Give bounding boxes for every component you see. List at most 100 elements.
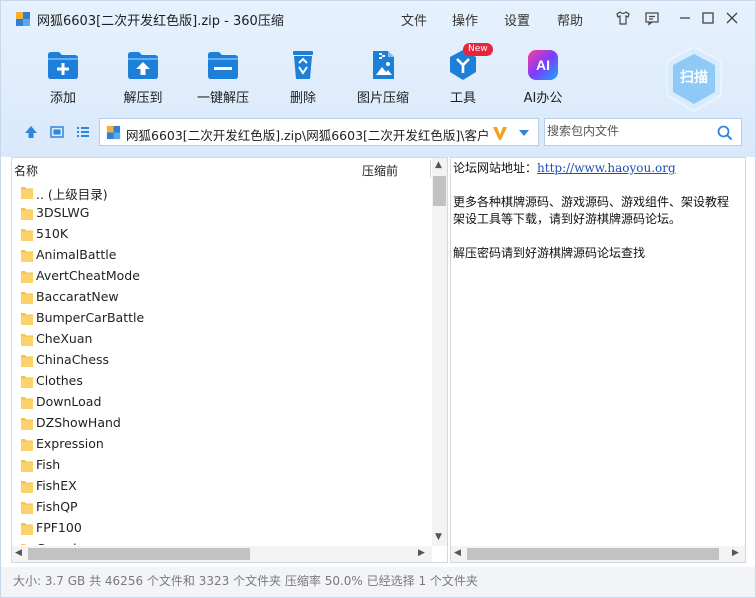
folder-icon [21,271,33,283]
search-input[interactable] [547,124,707,138]
menu-help[interactable]: 帮助 [557,10,583,29]
column-header: 名称 压缩前 [12,158,432,180]
list-item-name: FPF100 [36,520,82,535]
ai-office-button[interactable]: AI AI办公 [513,49,573,109]
list-view-icon[interactable] [75,124,91,140]
address-bar[interactable]: 网狐6603[二次开发红色版].zip\网狐6603[二次开发红色版]\客户端 … [99,118,539,146]
preview-line-password: 解压密码请到好游棋牌源码论坛查找 [453,246,646,260]
search-box[interactable] [544,118,742,146]
list-item[interactable]: AnimalBattle [12,244,432,265]
scroll-left-arrow-icon[interactable]: ◀ [454,548,461,558]
preview-horizontal-scrollbar[interactable]: ◀ ▶ [451,546,745,562]
recycle-bin-icon [293,51,313,79]
scroll-left-arrow-icon[interactable]: ◀ [15,548,22,558]
folder-icon [21,418,33,430]
list-item[interactable]: .. (上级目录) [12,181,432,202]
scroll-up-arrow-icon[interactable]: ▲ [435,160,442,170]
new-badge: New [463,43,493,56]
file-list-pane: 名称 压缩前 .. (上级目录) 3DSLWG 510K AnimalBattle Av… [11,157,448,563]
menu-operate[interactable]: 操作 [452,10,478,29]
folder-icon [21,397,33,409]
preview-scroll-thumb[interactable] [467,548,719,560]
list-item[interactable]: Fish [12,454,432,475]
preview-spacer [453,228,745,245]
thumbnail-view-icon[interactable] [49,124,65,140]
preview-line-forum: 论坛网站地址：http://www.haoyou.org [453,160,745,177]
list-item[interactable]: FPF100 [12,517,432,538]
scroll-right-arrow-icon[interactable]: ▶ [418,548,425,558]
file-list-horizontal-scrollbar[interactable]: ◀ ▶ [12,546,432,562]
verified-v-icon [493,127,507,140]
list-item[interactable]: Clothes [12,370,432,391]
ai-icon-text: AI [536,57,550,73]
column-divider[interactable] [430,160,431,178]
forum-link[interactable]: http://www.haoyou.org [537,161,676,175]
delete-button[interactable]: 删除 [273,49,333,109]
list-item-name: 510K [36,226,69,241]
list-item[interactable]: BumperCarBattle [12,307,432,328]
folder-icon [21,481,33,493]
extract-to-icon [128,52,158,79]
ai-office-label: AI办公 [523,91,563,106]
list-item-name: Gomoku [36,541,88,545]
horizontal-scroll-thumb[interactable] [28,548,250,560]
minimize-icon[interactable] [677,10,693,26]
folder-icon [21,439,33,451]
scan-button[interactable]: 扫描 [663,45,725,113]
status-bar: 大小: 3.7 GB 共 46256 个文件和 3323 个文件夹 压缩率 50… [1,567,755,597]
list-item-name: AvertCheatMode [36,268,140,283]
search-icon[interactable] [717,125,733,141]
folder-icon [21,313,33,325]
preview-spacer [453,177,745,194]
close-icon[interactable] [724,10,740,26]
list-item-name: ChinaChess [36,352,110,367]
ai-office-icon: AI [528,50,558,80]
menu-settings[interactable]: 设置 [504,10,530,29]
menu-file[interactable]: 文件 [401,10,427,29]
image-compress-button[interactable]: 图片压缩 [353,49,413,109]
zip-file-icon [106,125,121,140]
skin-shirt-icon[interactable] [615,10,631,26]
list-item-name: BumperCarBattle [36,310,145,325]
list-item-name: DownLoad [36,394,102,409]
maximize-icon[interactable] [700,10,716,26]
scan-label: 扫描 [680,70,708,86]
feedback-message-icon[interactable] [644,10,660,26]
folder-icon [21,355,33,367]
list-item[interactable]: CheXuan [12,328,432,349]
app-window: 网狐6603[二次开发红色版].zip - 360压缩 文件 操作 设置 帮助 [0,0,756,598]
list-item[interactable]: Expression [12,433,432,454]
file-list-vertical-scrollbar[interactable]: ▲ ▼ [432,158,447,546]
list-item-name: Fish [36,457,61,472]
list-item[interactable]: FishEX [12,475,432,496]
list-item[interactable]: DownLoad [12,391,432,412]
one-click-extract-button[interactable]: 一键解压 [193,49,253,109]
list-item[interactable]: ChinaChess [12,349,432,370]
list-item[interactable]: Gomoku [12,538,432,545]
column-size-header[interactable]: 压缩前 [362,162,398,179]
list-item[interactable]: AvertCheatMode [12,265,432,286]
archive-logo-icon [16,12,30,26]
list-item-name: 3DSLWG [36,205,90,220]
up-level-arrow-icon[interactable] [23,124,39,140]
folder-icon [21,376,33,388]
vertical-scroll-thumb[interactable] [433,176,446,206]
list-item[interactable]: 3DSLWG [12,202,432,223]
scroll-right-arrow-icon[interactable]: ▶ [732,548,739,558]
column-name-header[interactable]: 名称 [14,162,38,179]
add-button[interactable]: 添加 [33,49,93,109]
list-item-name: Expression [36,436,104,451]
list-item[interactable]: DZShowHand [12,412,432,433]
tools-button[interactable]: New 工具 [433,43,493,109]
folder-icon [21,250,33,262]
extract-to-button[interactable]: 解压到 [113,49,173,109]
list-item[interactable]: FishQP [12,496,432,517]
chevron-down-icon[interactable] [518,128,530,138]
list-item-name: AnimalBattle [36,247,117,262]
list-item[interactable]: 510K [12,223,432,244]
scroll-down-arrow-icon[interactable]: ▼ [435,532,442,542]
list-item[interactable]: BaccaratNew [12,286,432,307]
list-item-name: BaccaratNew [36,289,119,304]
folder-icon [21,460,33,472]
list-item-name: CheXuan [36,331,93,346]
